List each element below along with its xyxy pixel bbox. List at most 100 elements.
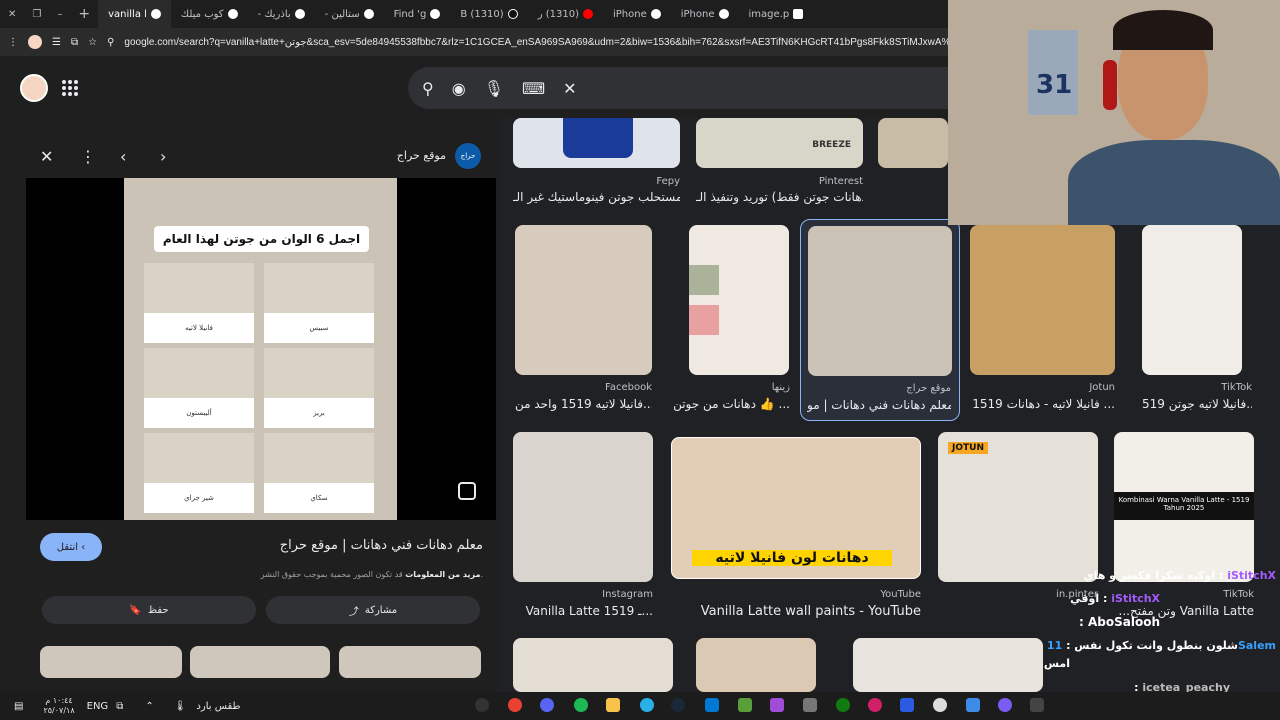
close-icon[interactable]: ✕ — [0, 9, 24, 20]
result-card[interactable] — [878, 118, 948, 168]
swatch: بريز — [264, 348, 374, 428]
avatar[interactable] — [20, 74, 48, 102]
menu-dots-icon[interactable]: ⋮ — [8, 37, 18, 48]
tab[interactable]: ستالين - — [315, 0, 384, 28]
network-icon[interactable]: ⧉ — [116, 701, 123, 712]
result-card[interactable]: Jotun 1519 فانيلا لاتيه - دهانات ... — [970, 225, 1115, 415]
window-restore-icon[interactable]: ❐ — [24, 9, 49, 20]
result-caption: مستحلب جوتن فينوماستيك غير الـ... — [513, 190, 680, 204]
chevron-left-icon[interactable]: ‹ — [120, 147, 160, 166]
result-card[interactable]: Facebook فانيلا لاتيه 1519 واحد من... — [515, 225, 652, 415]
tab[interactable]: (1310) B — [450, 0, 527, 28]
result-card[interactable] — [513, 638, 673, 692]
google-icon — [294, 9, 305, 19]
preview-site-name[interactable]: موقع حراج — [360, 149, 446, 162]
edge-icon[interactable] — [640, 698, 654, 712]
app-icon[interactable] — [966, 698, 980, 712]
site-logo[interactable]: حراج — [455, 143, 481, 169]
clock[interactable]: ١٠:٤٤ م ٢٥/٠٧/١٨ — [43, 696, 74, 716]
app-icon[interactable] — [868, 698, 882, 712]
result-image: BREEZE — [696, 118, 863, 168]
result-card[interactable] — [853, 638, 1043, 692]
tab[interactable]: iPhone — [603, 0, 671, 28]
app-icon[interactable] — [1030, 698, 1044, 712]
weather-text[interactable]: طقس بارد — [196, 701, 240, 712]
settings-icon[interactable] — [933, 698, 947, 712]
extensions-icon[interactable]: ⧉ — [71, 37, 78, 48]
app-icon[interactable] — [900, 698, 914, 712]
result-card[interactable]: زينها دهانات من جوتن 👍 ... — [673, 225, 790, 415]
tab[interactable]: iPhone — [671, 0, 739, 28]
result-card[interactable]: TikTok فانيلا لاتيه جوتن 519... — [1142, 225, 1252, 415]
minecraft-icon[interactable] — [738, 698, 752, 712]
bookmark-star-icon[interactable]: ☆ — [88, 37, 97, 48]
site-info-icon[interactable]: ⚲ — [107, 37, 114, 48]
result-image — [513, 118, 680, 168]
swatch: فانيلا لاتيه — [144, 263, 254, 343]
chevron-right-icon[interactable]: › — [160, 147, 200, 166]
result-caption: معلم دهانات فني دهانات | مو... — [807, 398, 951, 412]
close-icon[interactable]: ✕ — [40, 147, 80, 166]
result-card[interactable] — [696, 638, 816, 692]
preview-image[interactable]: اجمل 6 الوان من جوتن لهذا العام فانيلا ل… — [124, 178, 397, 520]
search-icon[interactable]: ⚲ — [422, 79, 434, 98]
lens-icon[interactable]: ◉ — [452, 79, 466, 98]
vscode-icon[interactable] — [705, 698, 719, 712]
chat-message: امس — [1043, 657, 1070, 670]
file-explorer-icon[interactable] — [606, 698, 620, 712]
more-info-link[interactable]: مزيد من المعلومات — [405, 570, 480, 579]
related-thumbnail[interactable] — [40, 646, 182, 678]
clear-icon[interactable]: ✕ — [563, 79, 576, 98]
result-card[interactable]: Fepy مستحلب جوتن فينوماستيك غير الـ... — [513, 118, 680, 208]
notification-icon[interactable]: ▤ — [14, 701, 23, 712]
result-card-selected[interactable]: موقع حراج معلم دهانات فني دهانات | مو... — [800, 219, 960, 421]
result-card[interactable]: Instagram Vanilla Latte 1519 ـ... — [513, 432, 653, 622]
google-icon — [363, 9, 374, 19]
tab-vanilla[interactable]: vanilla l — [98, 0, 171, 28]
obs-icon[interactable] — [475, 698, 489, 712]
search-bar[interactable]: ⚲ ◉ 🎙 ⌨ ✕ — [408, 67, 948, 109]
preview-title[interactable]: معلم دهانات فني دهانات | موقع حراج — [200, 538, 483, 553]
tab[interactable]: Find 'g — [384, 0, 451, 28]
tab[interactable]: باذريك - — [248, 0, 315, 28]
copilot-icon[interactable] — [998, 698, 1012, 712]
app-icon[interactable] — [770, 698, 784, 712]
result-caption: 1519 فانيلا لاتيه - دهانات ... — [972, 397, 1115, 411]
result-source: Instagram — [602, 589, 653, 600]
xbox-icon[interactable] — [836, 698, 850, 712]
result-image — [970, 225, 1115, 375]
weather-icon[interactable]: 🌡 — [174, 701, 187, 712]
chrome-icon[interactable] — [508, 698, 522, 712]
share-button[interactable]: ⤴ مشاركة — [266, 596, 480, 624]
lens-search-icon[interactable] — [458, 482, 476, 500]
reading-list-icon[interactable]: ☰ — [52, 37, 61, 48]
keyboard-icon[interactable]: ⌨ — [522, 79, 545, 98]
url-field[interactable]: google.com/search?q=vanilla+latte+جوتن&s… — [124, 37, 950, 48]
microphone-icon[interactable]: 🎙 — [484, 79, 504, 98]
calculator-icon[interactable] — [803, 698, 817, 712]
more-options-icon[interactable]: ⋮ — [80, 147, 120, 166]
minimize-icon[interactable]: – — [49, 9, 70, 20]
apps-grid-icon[interactable] — [62, 80, 78, 96]
address-bar: ⋮ ☰ ⧉ ☆ ⚲ google.com/search?q=vanilla+la… — [0, 28, 950, 56]
result-image — [853, 638, 1043, 692]
visit-button[interactable]: انتقل ‹ — [40, 533, 102, 561]
tab[interactable]: كوب ميلك — [171, 0, 248, 28]
spotify-icon[interactable] — [574, 698, 588, 712]
result-source: YouTube — [880, 589, 921, 600]
save-button[interactable]: 🔖 حفظ — [42, 596, 256, 624]
result-image — [513, 638, 673, 692]
result-card[interactable]: BREEZE Pinterest دهانات جوتن فقط) توريد … — [696, 118, 863, 208]
tiktok-icon — [507, 9, 518, 19]
tray-expand-icon[interactable]: ⌃ — [145, 701, 153, 712]
tab[interactable]: (1310) ر — [528, 0, 603, 28]
steam-icon[interactable] — [671, 698, 685, 712]
tab[interactable]: image.p — [739, 0, 814, 28]
profile-icon[interactable] — [28, 35, 42, 49]
related-thumbnail[interactable] — [339, 646, 481, 678]
language-indicator[interactable]: ENG — [87, 701, 109, 712]
discord-icon[interactable] — [540, 698, 554, 712]
new-tab-button[interactable]: + — [70, 6, 98, 22]
related-thumbnail[interactable] — [190, 646, 330, 678]
result-card[interactable]: دهانات لون فانيلا لاتيه YouTube Vanilla … — [671, 437, 921, 622]
